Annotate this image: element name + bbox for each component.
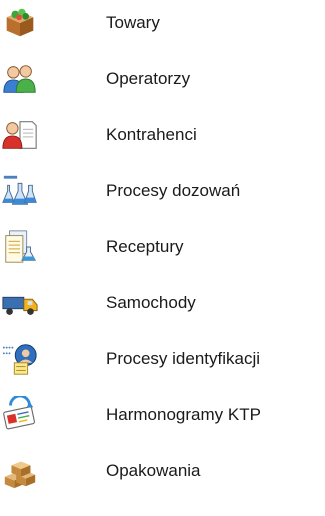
menu-item-label: Samochody [106,293,196,312]
menu-item-kontrahenci[interactable]: Kontrahenci [0,115,325,155]
menu-item-opakowania[interactable]: Opakowania [0,451,325,491]
contractors-icon [0,115,40,155]
truck-icon [0,283,40,323]
menu-item-receptury[interactable]: Receptury [0,227,325,267]
packaging-boxes-icon [0,451,40,491]
menu-item-label: Towary [106,13,160,32]
menu-item-label: Procesy identyfikacji [106,349,261,368]
menu-item-label: Kontrahenci [106,125,197,144]
dosing-flasks-icon [0,171,40,211]
menu-item-harmonogramy-ktp[interactable]: Harmonogramy KTP [0,395,325,435]
menu-item-procesy-identyfikacji[interactable]: Procesy identyfikacji [0,339,325,379]
menu-item-label: Procesy dozowań [106,181,241,200]
menu-item-label: Opakowania [106,461,201,480]
goods-box-icon [0,3,40,43]
menu-item-label: Operatorzy [106,69,191,88]
operators-icon [0,59,40,99]
menu-item-procesy-dozowan[interactable]: Procesy dozowań [0,171,325,211]
recipes-icon [0,227,40,267]
menu-item-towary[interactable]: Towary [0,3,325,43]
menu-item-label: Harmonogramy KTP [106,405,261,424]
schedule-card-icon [0,395,40,435]
menu-item-samochody[interactable]: Samochody [0,283,325,323]
menu-item-label: Receptury [106,237,184,256]
identification-icon [0,339,40,379]
menu-item-operatorzy[interactable]: Operatorzy [0,59,325,99]
